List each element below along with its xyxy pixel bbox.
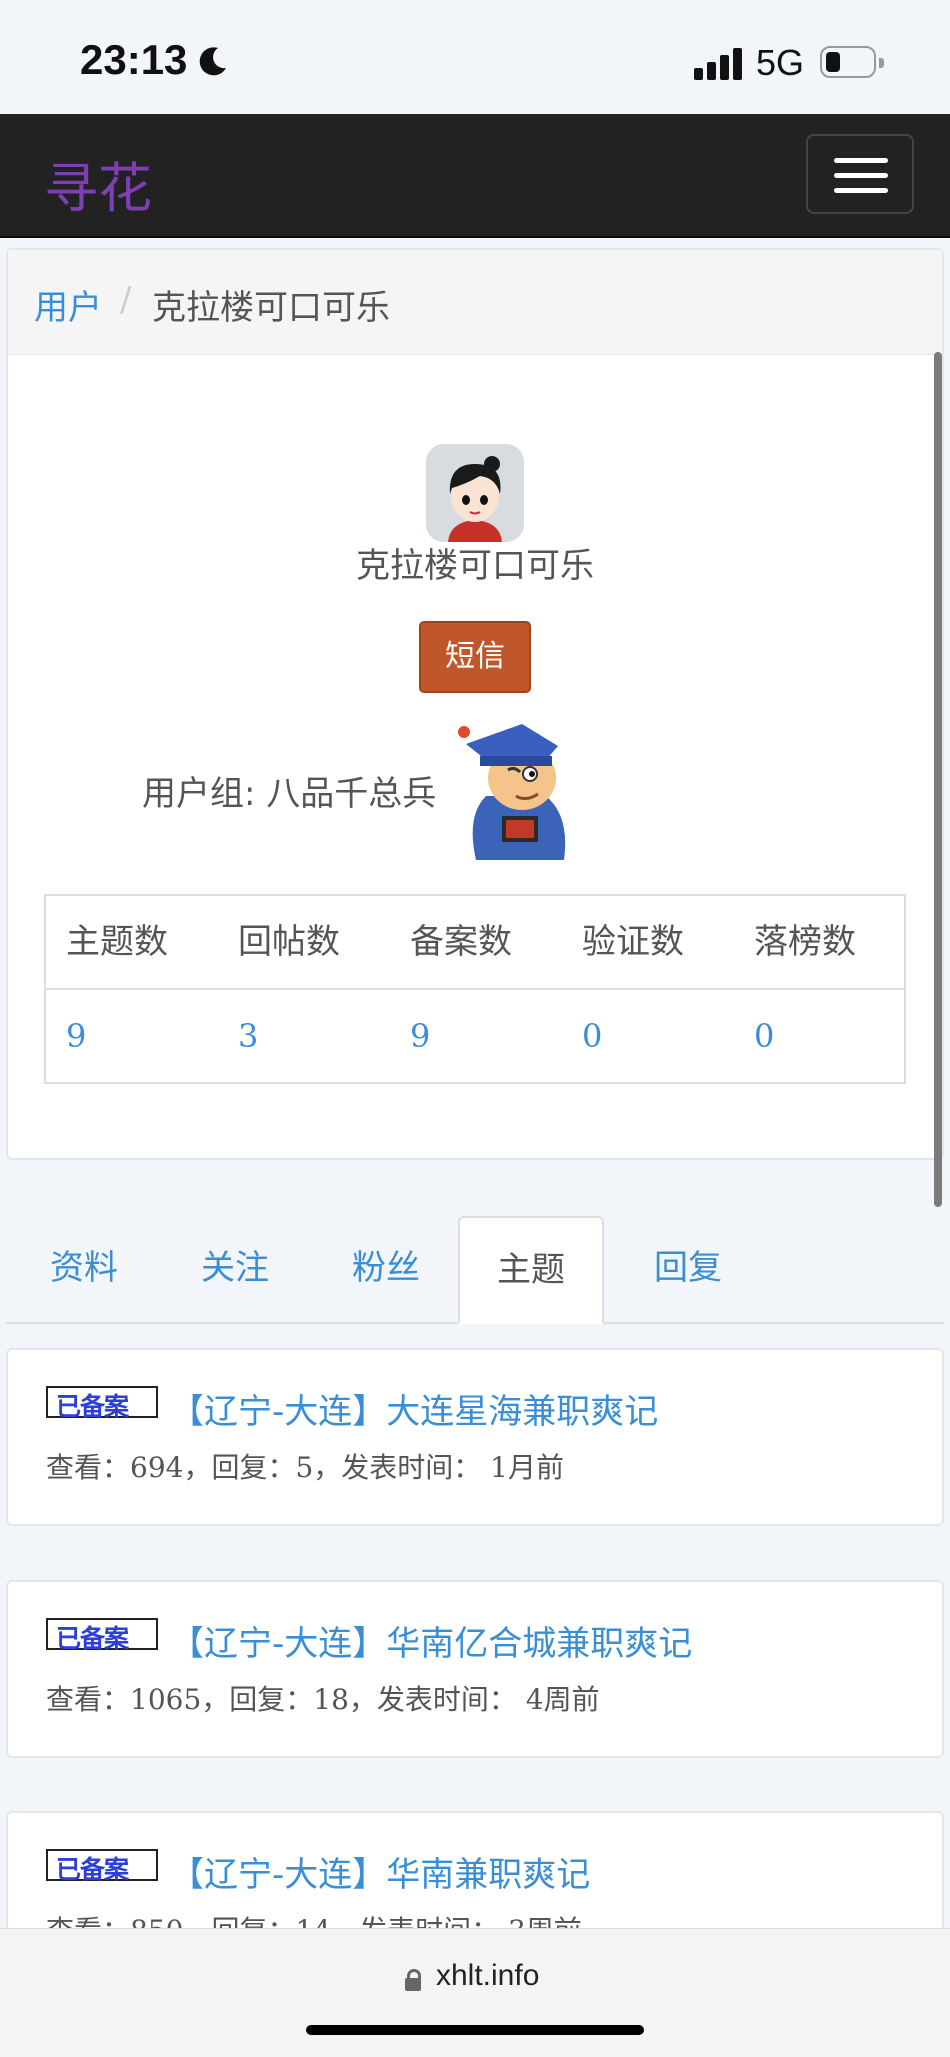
lock-icon bbox=[405, 1969, 421, 1991]
stats-failed-link[interactable]: 0 bbox=[754, 990, 774, 1082]
stats-header: 验证数 bbox=[582, 922, 684, 962]
stats-header: 落榜数 bbox=[754, 922, 856, 962]
thread-item[interactable]: 已备案 【辽宁-大连】大连星海兼职爽记 查看：694，回复：5，发表时间： 1月… bbox=[6, 1348, 944, 1526]
thread-meta: 查看：694，回复：5，发表时间： 1月前 bbox=[46, 1451, 564, 1484]
browser-url-bar[interactable]: xhlt.info bbox=[0, 1928, 950, 2057]
tab-replies[interactable]: 回复 bbox=[624, 1216, 752, 1322]
sms-button[interactable]: 短信 bbox=[419, 621, 531, 693]
moon-icon bbox=[199, 47, 226, 76]
top-navbar: 寻花 bbox=[0, 114, 950, 238]
filed-badge: 已备案 bbox=[46, 1618, 158, 1653]
battery-icon bbox=[820, 46, 884, 78]
thread-title-link[interactable]: 【辽宁-大连】大连星海兼职爽记 bbox=[170, 1384, 658, 1433]
rank-official-icon bbox=[458, 724, 566, 860]
signal-bars-icon bbox=[694, 46, 744, 80]
breadcrumb-separator: / bbox=[120, 280, 132, 320]
stats-header: 备案数 bbox=[410, 922, 512, 962]
stats-verified-link[interactable]: 0 bbox=[582, 990, 602, 1082]
site-brand[interactable]: 寻花 bbox=[44, 144, 152, 223]
stats-value-row: 9 3 9 0 0 bbox=[46, 990, 904, 1082]
filed-badge: 已备案 bbox=[46, 1386, 158, 1421]
tab-followers[interactable]: 粉丝 bbox=[322, 1216, 450, 1322]
network-type: 5G bbox=[756, 42, 805, 83]
stats-header: 回帖数 bbox=[238, 922, 340, 962]
tab-profile[interactable]: 资料 bbox=[20, 1216, 148, 1322]
user-avatar-icon bbox=[426, 444, 524, 542]
breadcrumb: 用户 / 克拉楼可口可乐 bbox=[8, 250, 942, 355]
hamburger-menu-icon[interactable] bbox=[806, 134, 914, 214]
filed-badge: 已备案 bbox=[46, 1849, 158, 1884]
status-time: 23:13 bbox=[80, 36, 188, 83]
profile-username: 克拉楼可口可乐 bbox=[356, 546, 594, 586]
thread-title-link[interactable]: 【辽宁-大连】华南兼职爽记 bbox=[170, 1847, 590, 1896]
breadcrumb-users-link[interactable]: 用户 bbox=[34, 280, 102, 329]
user-group-label: 用户组: 八品千总兵 bbox=[142, 774, 437, 814]
stats-replies-link[interactable]: 3 bbox=[238, 990, 258, 1082]
thread-item[interactable]: 已备案 【辽宁-大连】华南亿合城兼职爽记 查看：1065，回复：18，发表时间：… bbox=[6, 1580, 944, 1758]
tab-topics[interactable]: 主题 bbox=[458, 1216, 604, 1324]
stats-header-row: 主题数 回帖数 备案数 验证数 落榜数 bbox=[46, 896, 904, 990]
page-scrollbar[interactable] bbox=[934, 352, 942, 1207]
user-stats-table: 主题数 回帖数 备案数 验证数 落榜数 9 3 9 0 0 bbox=[44, 894, 906, 1084]
tab-following[interactable]: 关注 bbox=[171, 1216, 299, 1322]
url-text[interactable]: xhlt.info bbox=[436, 1959, 539, 1993]
thread-meta: 查看：1065，回复：18，发表时间： 4周前 bbox=[46, 1683, 600, 1716]
profile-tabs: 资料 关注 粉丝 主题 回复 bbox=[6, 1216, 944, 1324]
breadcrumb-current: 克拉楼可口可乐 bbox=[152, 288, 390, 328]
stats-header: 主题数 bbox=[66, 922, 168, 962]
status-bar: 23:13 5G bbox=[0, 0, 950, 114]
stats-filed-link[interactable]: 9 bbox=[410, 990, 430, 1082]
stats-topics-link[interactable]: 9 bbox=[66, 990, 86, 1082]
home-indicator[interactable] bbox=[306, 2025, 644, 2035]
thread-title-link[interactable]: 【辽宁-大连】华南亿合城兼职爽记 bbox=[170, 1616, 692, 1665]
